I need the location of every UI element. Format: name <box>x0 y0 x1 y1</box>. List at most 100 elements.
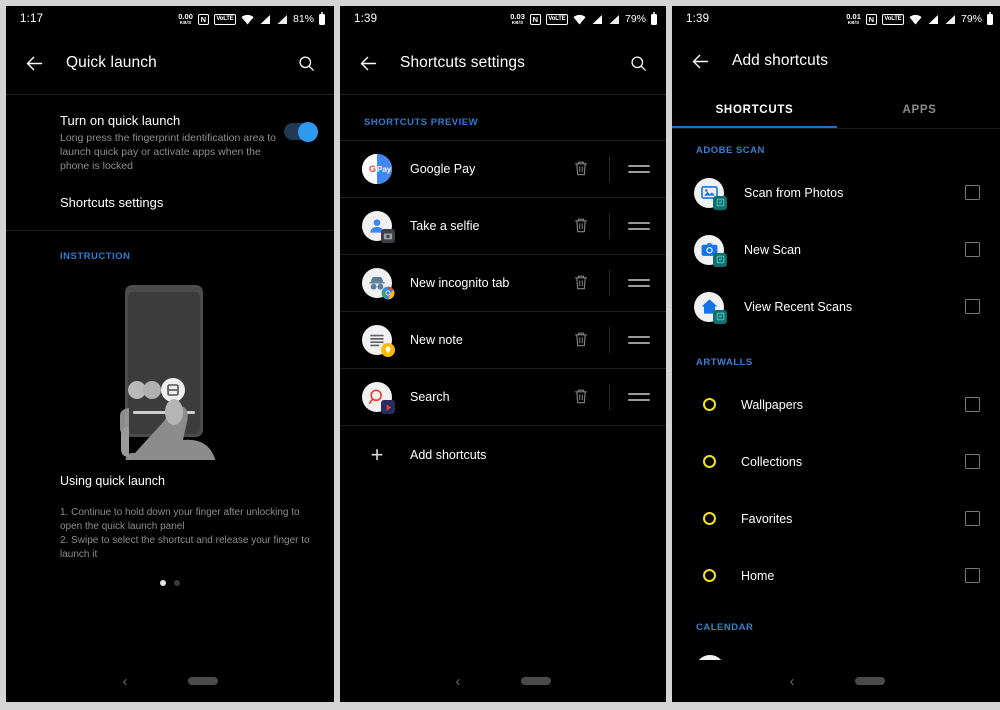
back-button[interactable] <box>688 49 712 73</box>
shortcut-row[interactable]: Take a selfie <box>340 197 666 254</box>
incognito-icon <box>362 268 395 300</box>
app-name: Collections <box>741 454 803 469</box>
app-row[interactable]: Collections <box>672 433 1000 490</box>
plus-icon: + <box>370 441 384 467</box>
svg-text:G: G <box>369 164 376 174</box>
checkbox[interactable] <box>965 397 980 412</box>
page-title: Add shortcuts <box>732 52 829 69</box>
app-row[interactable]: Scan from Photos <box>672 164 1000 221</box>
checkbox[interactable] <box>965 568 980 583</box>
add-shortcuts-button[interactable]: + Add shortcuts <box>340 425 666 483</box>
signal-bars-icon-1 <box>591 14 603 25</box>
trash-icon[interactable] <box>571 386 593 408</box>
add-shortcuts-label: Add shortcuts <box>410 447 487 462</box>
back-button[interactable] <box>22 51 46 75</box>
trash-icon[interactable] <box>571 215 593 237</box>
nav-home-pill-icon[interactable] <box>520 677 551 685</box>
pager-dot-2[interactable] <box>174 580 180 586</box>
status-icons: 0.00 KB/S N VoLTE 81% <box>178 11 325 25</box>
search-icon[interactable] <box>626 51 650 75</box>
magnifier-red-icon <box>362 382 395 414</box>
adobe-scan-badge <box>713 252 727 267</box>
adobe-scan-badge <box>713 309 727 324</box>
volte-icon: VoLTE <box>213 13 236 25</box>
quick-launch-toggle-row[interactable]: Turn on quick launch Long press the fing… <box>6 95 334 173</box>
trash-icon[interactable] <box>571 272 593 294</box>
battery-icon <box>987 11 993 25</box>
shortcut-row[interactable]: G Pay Google Pay <box>340 140 666 197</box>
trash-icon[interactable] <box>571 329 593 351</box>
shortcut-row[interactable]: New incognito tab <box>340 254 666 311</box>
signal-bars-icon-2 <box>944 14 956 25</box>
app-bar: Add shortcuts <box>672 32 1000 90</box>
using-quick-launch-title: Using quick launch <box>60 474 165 488</box>
adobe-scan-badge <box>713 195 727 210</box>
photo-scan-icon <box>694 177 727 210</box>
pager-dot-1[interactable] <box>160 580 166 586</box>
phone-screen-quick-launch: 1:17 0.00 KB/S N VoLTE 81% Quick launch … <box>6 6 334 702</box>
nfc-icon: N <box>197 13 209 25</box>
system-nav-bar: ‹ <box>672 660 1000 702</box>
checkbox[interactable] <box>965 511 980 526</box>
signal-bars-icon-2 <box>608 14 620 25</box>
battery-icon <box>319 11 325 25</box>
drag-handle-icon[interactable] <box>628 332 650 347</box>
pager-dots <box>6 562 334 586</box>
nav-back-icon[interactable]: ‹ <box>456 673 461 690</box>
drag-handle-icon[interactable] <box>628 275 650 290</box>
page-title: Quick launch <box>66 54 157 71</box>
shortcut-name: Search <box>410 390 450 404</box>
app-row[interactable]: Favorites <box>672 490 1000 547</box>
camera-badge <box>381 229 395 243</box>
checkbox[interactable] <box>965 242 980 257</box>
battery-icon <box>651 11 657 25</box>
status-icons: 0.03 KB/S N VoLTE 79% <box>510 11 657 25</box>
shortcut-row[interactable]: New note <box>340 311 666 368</box>
shortcuts-settings-link[interactable]: Shortcuts settings <box>6 173 334 230</box>
tab-shortcuts[interactable]: SHORTCUTS <box>672 90 837 128</box>
network-speed-indicator: 0.00 KB/S <box>178 13 193 25</box>
phone-screen-add-shortcuts: 1:39 0.01 KB/S N VoLTE 79% Add shortcuts… <box>672 6 1000 702</box>
shortcut-name: New incognito tab <box>410 276 510 290</box>
shortcut-row[interactable]: Search <box>340 368 666 425</box>
app-row[interactable]: Wallpapers <box>672 376 1000 433</box>
app-row[interactable]: New Scan <box>672 221 1000 278</box>
status-icons: 0.01 KB/S N VoLTE 79% <box>846 11 993 25</box>
app-name: New Scan <box>744 242 801 257</box>
google-pay-icon: G Pay <box>362 154 392 184</box>
quick-launch-switch[interactable] <box>284 121 318 142</box>
signal-bars-icon-2 <box>276 14 288 25</box>
back-button[interactable] <box>356 51 380 75</box>
app-row[interactable]: Home <box>672 547 1000 604</box>
checkbox[interactable] <box>965 299 980 314</box>
network-speed-indicator: 0.01 KB/S <box>846 13 861 25</box>
nav-back-icon[interactable]: ‹ <box>790 673 795 690</box>
search-icon[interactable] <box>294 51 318 75</box>
app-name: Favorites <box>741 511 793 526</box>
shortcut-name: New note <box>410 333 463 347</box>
trash-icon[interactable] <box>571 158 593 180</box>
tab-bar: SHORTCUTS APPS <box>672 90 1000 129</box>
tab-apps[interactable]: APPS <box>837 90 1000 128</box>
nav-home-pill-icon[interactable] <box>187 677 218 685</box>
play-badge <box>381 400 395 414</box>
network-speed-unit: KB/S <box>847 19 860 25</box>
row-separator <box>609 213 610 239</box>
nav-home-pill-icon[interactable] <box>854 677 885 685</box>
battery-percent: 81% <box>292 13 314 25</box>
drag-handle-icon[interactable] <box>628 218 650 233</box>
wifi-icon <box>573 14 586 25</box>
toggle-title: Turn on quick launch <box>60 113 181 128</box>
status-clock: 1:17 <box>20 13 44 25</box>
battery-percent: 79% <box>960 13 982 25</box>
nav-back-icon[interactable]: ‹ <box>123 673 128 690</box>
status-bar: 1:39 0.01 KB/S N VoLTE 79% <box>672 6 1000 32</box>
drag-handle-icon[interactable] <box>628 161 650 176</box>
app-name: Home <box>741 568 775 583</box>
checkbox[interactable] <box>965 185 980 200</box>
network-speed-indicator: 0.03 KB/S <box>510 13 525 25</box>
phone-screen-shortcuts-settings: 1:39 0.03 KB/S N VoLTE 79% Shortcuts set… <box>340 6 666 702</box>
drag-handle-icon[interactable] <box>628 389 650 404</box>
checkbox[interactable] <box>965 454 980 469</box>
app-row[interactable]: View Recent Scans <box>672 278 1000 335</box>
